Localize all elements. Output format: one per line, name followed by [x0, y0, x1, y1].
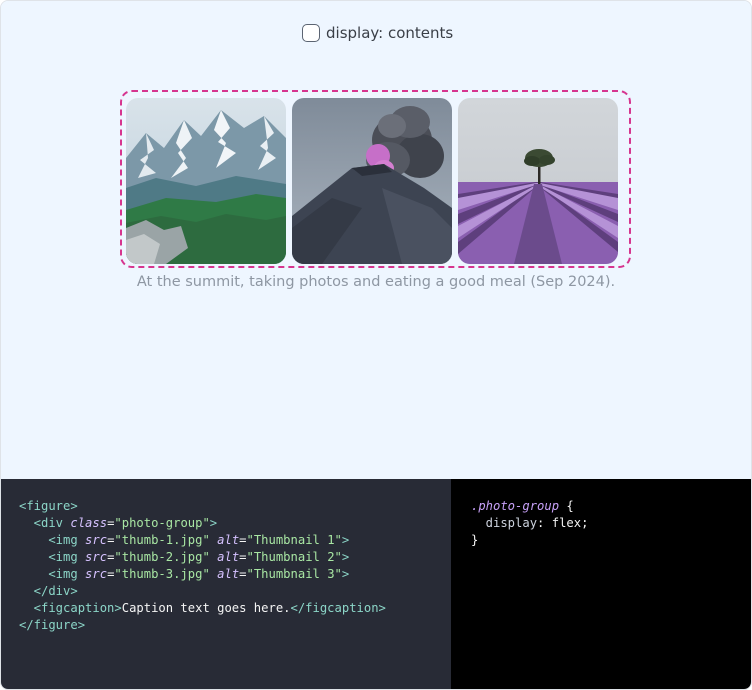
code-line: <img src="thumb-3.jpg" alt="Thumbnail 3"…	[19, 567, 350, 581]
thumbnail-2	[292, 98, 452, 264]
code-line: </figure>	[19, 618, 86, 632]
demo-frame: display: contents At the summit, taking …	[0, 0, 752, 690]
code-line: <div class="photo-group">	[19, 516, 218, 530]
toggle-label: display: contents	[326, 24, 454, 42]
css-code-panel: .photo-group { display: flex; }	[451, 479, 751, 689]
display-contents-toggle[interactable]: display: contents	[302, 24, 453, 42]
code-line: </div>	[19, 584, 78, 598]
html-code-panel: <figure> <div class="photo-group"> <img …	[1, 479, 451, 689]
figure-caption: At the summit, taking photos and eating …	[136, 274, 616, 290]
code-line: <figcaption>Caption text goes here.</fig…	[19, 601, 386, 615]
css-code: .photo-group { display: flex; }	[471, 499, 589, 547]
code-line: <img src="thumb-2.jpg" alt="Thumbnail 2"…	[19, 550, 350, 564]
photo-group	[120, 90, 631, 268]
css-value: flex	[551, 516, 582, 530]
css-property: display	[471, 516, 538, 530]
code-line: <img src="thumb-1.jpg" alt="Thumbnail 1"…	[19, 533, 350, 547]
code-line: <figure>	[19, 499, 78, 513]
css-selector: .photo-group	[471, 499, 560, 513]
thumbnail-1	[126, 98, 286, 264]
preview-stage: display: contents At the summit, taking …	[1, 1, 751, 479]
display-contents-checkbox[interactable]	[302, 24, 320, 42]
html-code: <figure> <div class="photo-group"> <img …	[19, 498, 386, 634]
thumbnail-3	[458, 98, 618, 264]
